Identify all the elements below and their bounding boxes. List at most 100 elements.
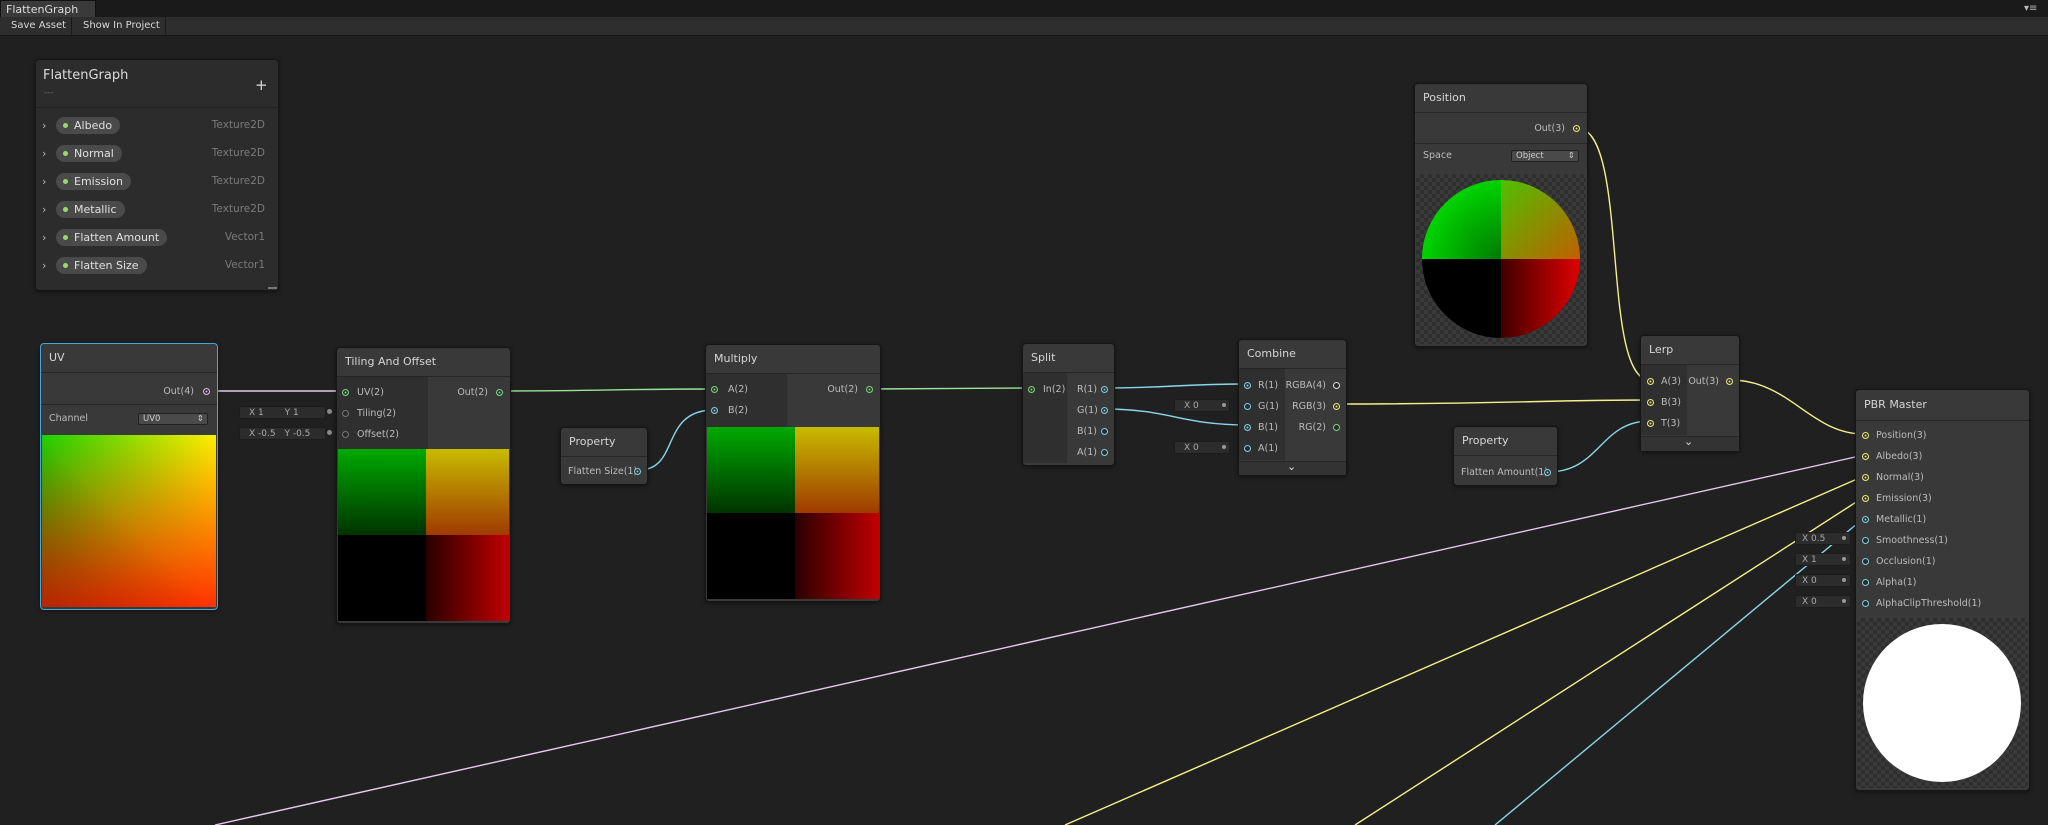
alpha-value[interactable]: X 0: [1802, 576, 1817, 586]
uv-out-port[interactable]: [203, 388, 210, 395]
wire-normal: [1064, 475, 1865, 825]
tiling-offset-node[interactable]: Tiling And Offset UV(2) Tiling(2) Offset…: [336, 347, 511, 624]
smoothness-value[interactable]: X 0.5: [1802, 534, 1825, 544]
split-a-out-port[interactable]: [1101, 449, 1108, 456]
property-row[interactable]: › Flatten Size Vector1: [36, 255, 278, 277]
position-space-label: Space: [1423, 150, 1452, 161]
chevron-right-icon[interactable]: ›: [42, 147, 46, 160]
lerp-a-in-port[interactable]: [1647, 378, 1654, 385]
lerp-expand-bar[interactable]: ⌄: [1641, 435, 1739, 451]
combine-g-in-port[interactable]: [1244, 403, 1251, 410]
split-node[interactable]: Split In(2) R(1) G(1) B(1) A(1): [1022, 343, 1115, 466]
property-row[interactable]: › Flatten Amount Vector1: [36, 227, 278, 249]
property-name[interactable]: Emission: [56, 173, 131, 190]
chevron-down-icon[interactable]: ⌄: [1287, 460, 1296, 473]
alpha-clip-connector: [1842, 599, 1846, 603]
multiply-node[interactable]: Multiply A(2) B(2) Out(2): [705, 344, 881, 602]
property-name[interactable]: Flatten Amount: [56, 229, 168, 246]
lerp-t-in-port[interactable]: [1647, 420, 1654, 427]
split-r-out-port[interactable]: [1101, 386, 1108, 393]
blackboard-title: FlattenGraph: [43, 68, 129, 83]
uv-node[interactable]: UV Out(4) Channel UV0 ⇕: [40, 343, 218, 610]
resize-handle-icon[interactable]: [268, 287, 277, 289]
occlusion-value[interactable]: X 1: [1802, 555, 1817, 565]
lerp-out-port[interactable]: [1726, 378, 1733, 385]
combine-node[interactable]: Combine R(1) G(1) B(1) A(1) RGBA(4) RGB(…: [1238, 339, 1347, 476]
property-row[interactable]: › Albedo Texture2D: [36, 115, 278, 137]
pbr-normal-in-port[interactable]: [1862, 474, 1869, 481]
chevron-right-icon[interactable]: ›: [42, 231, 46, 244]
property-row[interactable]: › Normal Texture2D: [36, 143, 278, 165]
property-row[interactable]: › Emission Texture2D: [36, 171, 278, 193]
add-property-button[interactable]: +: [255, 76, 268, 94]
chevron-right-icon[interactable]: ›: [42, 203, 46, 216]
chevron-down-icon[interactable]: ⌄: [1684, 435, 1693, 448]
combine-a-default-connector: [1222, 445, 1226, 449]
pbr-smoothness-in-port[interactable]: [1862, 537, 1869, 544]
alpha-clip-value[interactable]: X 0: [1802, 597, 1817, 607]
combine-rgba-out-port[interactable]: [1333, 382, 1340, 389]
combine-r-in-port[interactable]: [1244, 382, 1251, 389]
split-b-out-port[interactable]: [1101, 428, 1108, 435]
uv-out-label: Out(4): [163, 386, 194, 397]
combine-a-default-value[interactable]: X 0: [1184, 443, 1199, 453]
property-flatten-amount-node[interactable]: Property Flatten Amount(1): [1453, 426, 1558, 486]
property-name[interactable]: Normal: [56, 145, 122, 162]
position-out-port[interactable]: [1573, 125, 1580, 132]
multiply-a-in-port[interactable]: [711, 386, 718, 393]
show-in-project-button[interactable]: Show In Project: [78, 17, 166, 35]
save-asset-button[interactable]: Save Asset: [6, 17, 73, 35]
window-menu-icon[interactable]: ▾≡: [2024, 3, 2037, 14]
chevron-right-icon[interactable]: ›: [42, 119, 46, 132]
offset-x-value[interactable]: X -0.5: [249, 429, 276, 439]
tiling-default-field[interactable]: X 1 Y 1: [239, 406, 326, 419]
tiling-y-value[interactable]: Y 1: [285, 408, 299, 418]
position-space-dropdown[interactable]: Object ⇕: [1511, 150, 1579, 162]
blackboard-panel[interactable]: FlattenGraph --- + › Albedo Texture2D › …: [35, 59, 279, 291]
multiply-out-port[interactable]: [866, 386, 873, 393]
combine-rgb-out-port[interactable]: [1333, 403, 1340, 410]
flatten-size-out-port[interactable]: [634, 468, 641, 475]
pbr-albedo-in-port[interactable]: [1862, 453, 1869, 460]
split-in-label: In(2): [1043, 384, 1066, 395]
pbr-alpha-in-port[interactable]: [1862, 579, 1869, 586]
pbr-master-node[interactable]: PBR Master Position(3) Albedo(3) Normal(…: [1855, 389, 2030, 791]
property-type: Texture2D: [211, 119, 265, 131]
uv-channel-value: UV0: [143, 414, 161, 424]
split-g-out-port[interactable]: [1101, 407, 1108, 414]
offset-default-field[interactable]: X -0.5 Y -0.5: [239, 427, 326, 440]
tiling-offset-in-port[interactable]: [342, 431, 349, 438]
pbr-occlusion-in-port[interactable]: [1862, 558, 1869, 565]
pbr-alpha-clip-in-port[interactable]: [1862, 600, 1869, 607]
position-out-label: Out(3): [1534, 123, 1565, 134]
pbr-metallic-in-port[interactable]: [1862, 516, 1869, 523]
lerp-b-in-port[interactable]: [1647, 399, 1654, 406]
tiling-x-value[interactable]: X 1: [249, 408, 264, 418]
property-name[interactable]: Flatten Size: [56, 257, 147, 274]
chevron-right-icon[interactable]: ›: [42, 259, 46, 272]
property-name[interactable]: Albedo: [56, 117, 121, 134]
position-preview: [1416, 174, 1586, 344]
tiling-tiling-in-port[interactable]: [342, 410, 349, 417]
property-name[interactable]: Metallic: [56, 201, 125, 218]
offset-y-value[interactable]: Y -0.5: [284, 429, 310, 439]
pbr-emission-in-port[interactable]: [1862, 495, 1869, 502]
multiply-b-in-port[interactable]: [711, 407, 718, 414]
tiling-uv-in-port[interactable]: [342, 389, 349, 396]
combine-g-default-value[interactable]: X 0: [1184, 401, 1199, 411]
position-node[interactable]: Position Out(3) Space Object ⇕: [1414, 83, 1588, 347]
property-row[interactable]: › Metallic Texture2D: [36, 199, 278, 221]
combine-rg-out-port[interactable]: [1333, 424, 1340, 431]
combine-b-in-port[interactable]: [1244, 424, 1251, 431]
chevron-right-icon[interactable]: ›: [42, 175, 46, 188]
combine-a-in-port[interactable]: [1244, 445, 1251, 452]
flatten-amount-out-port[interactable]: [1544, 469, 1551, 476]
tab-flattengraph[interactable]: FlattenGraph: [0, 0, 96, 17]
combine-expand-bar[interactable]: ⌄: [1239, 460, 1346, 475]
uv-channel-dropdown[interactable]: UV0 ⇕: [138, 413, 208, 425]
pbr-position-in-port[interactable]: [1862, 432, 1869, 439]
tiling-out-port[interactable]: [496, 389, 503, 396]
property-flatten-size-node[interactable]: Property Flatten Size(1): [560, 427, 648, 485]
split-in-port[interactable]: [1028, 386, 1035, 393]
lerp-node[interactable]: Lerp A(3) B(3) T(3) Out(3) ⌄: [1640, 335, 1740, 452]
